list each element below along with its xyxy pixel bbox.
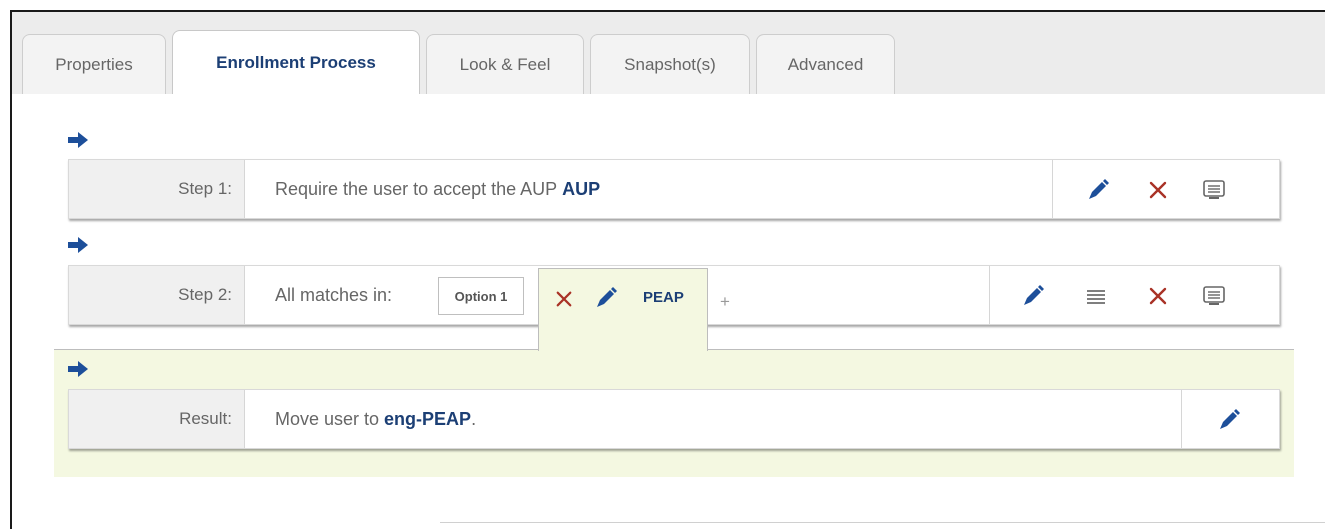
tab-bar: Properties Enrollment Process Look & Fee… [12, 12, 1325, 95]
comment-icon[interactable] [1201, 177, 1227, 203]
arrow-right-icon [66, 358, 90, 380]
tab-label: Advanced [787, 54, 864, 74]
result-text-end: . [471, 408, 477, 429]
delete-icon[interactable] [551, 286, 577, 312]
step-2-label: Step 2: [69, 266, 245, 324]
step-2-description: All matches in: [275, 266, 392, 324]
edit-icon[interactable] [593, 285, 619, 311]
result-row: Result: Move user to eng-PEAP. [68, 389, 1280, 449]
tab-look-and-feel[interactable]: Look & Feel [426, 34, 584, 94]
result-actions [1181, 390, 1281, 448]
edit-icon[interactable] [1020, 283, 1046, 309]
option-1-label: Option 1 [454, 288, 508, 304]
tab-properties[interactable]: Properties [22, 34, 166, 94]
tab-label: Enrollment Process [216, 53, 376, 72]
tab-snapshots[interactable]: Snapshot(s) [590, 34, 750, 94]
result-band: Result: Move user to eng-PEAP. [54, 349, 1294, 477]
add-option-button[interactable]: + [720, 292, 730, 312]
arrow-right-icon [66, 129, 90, 151]
delete-icon[interactable] [1145, 177, 1171, 203]
tab-label: Look & Feel [459, 54, 551, 74]
step-1-bold-value: AUP [562, 178, 601, 199]
tab-label: Snapshot(s) [624, 54, 716, 74]
result-description: Move user to eng-PEAP. [275, 390, 476, 448]
tab-advanced[interactable]: Advanced [756, 34, 895, 94]
step-1-actions [1052, 160, 1281, 218]
option-1-box[interactable]: Option 1 [438, 277, 524, 315]
selected-option-peap-tab[interactable]: PEAP [538, 268, 708, 351]
result-bold-value: eng-PEAP [384, 408, 472, 429]
reorder-icon[interactable] [1083, 283, 1109, 309]
result-text: Move user to [275, 408, 380, 429]
edit-icon[interactable] [1085, 177, 1111, 203]
step-2-actions [989, 266, 1281, 324]
edit-icon[interactable] [1216, 407, 1242, 433]
comment-icon[interactable] [1201, 283, 1227, 309]
divider [440, 522, 1325, 523]
tab-enrollment-process[interactable]: Enrollment Process [172, 30, 420, 95]
step-1-description: Require the user to accept the AUP AUP [275, 160, 600, 218]
arrow-right-icon [66, 234, 90, 256]
result-label: Result: [69, 390, 245, 448]
delete-icon[interactable] [1145, 283, 1171, 309]
tab-label: Properties [55, 54, 133, 74]
selected-option-label: PEAP [643, 289, 684, 306]
step-1-row: Step 1: Require the user to accept the A… [68, 159, 1280, 219]
step-2-text: All matches in: [275, 284, 393, 305]
step-1-text: Require the user to accept the AUP [275, 178, 558, 199]
step-1-label: Step 1: [69, 160, 245, 218]
